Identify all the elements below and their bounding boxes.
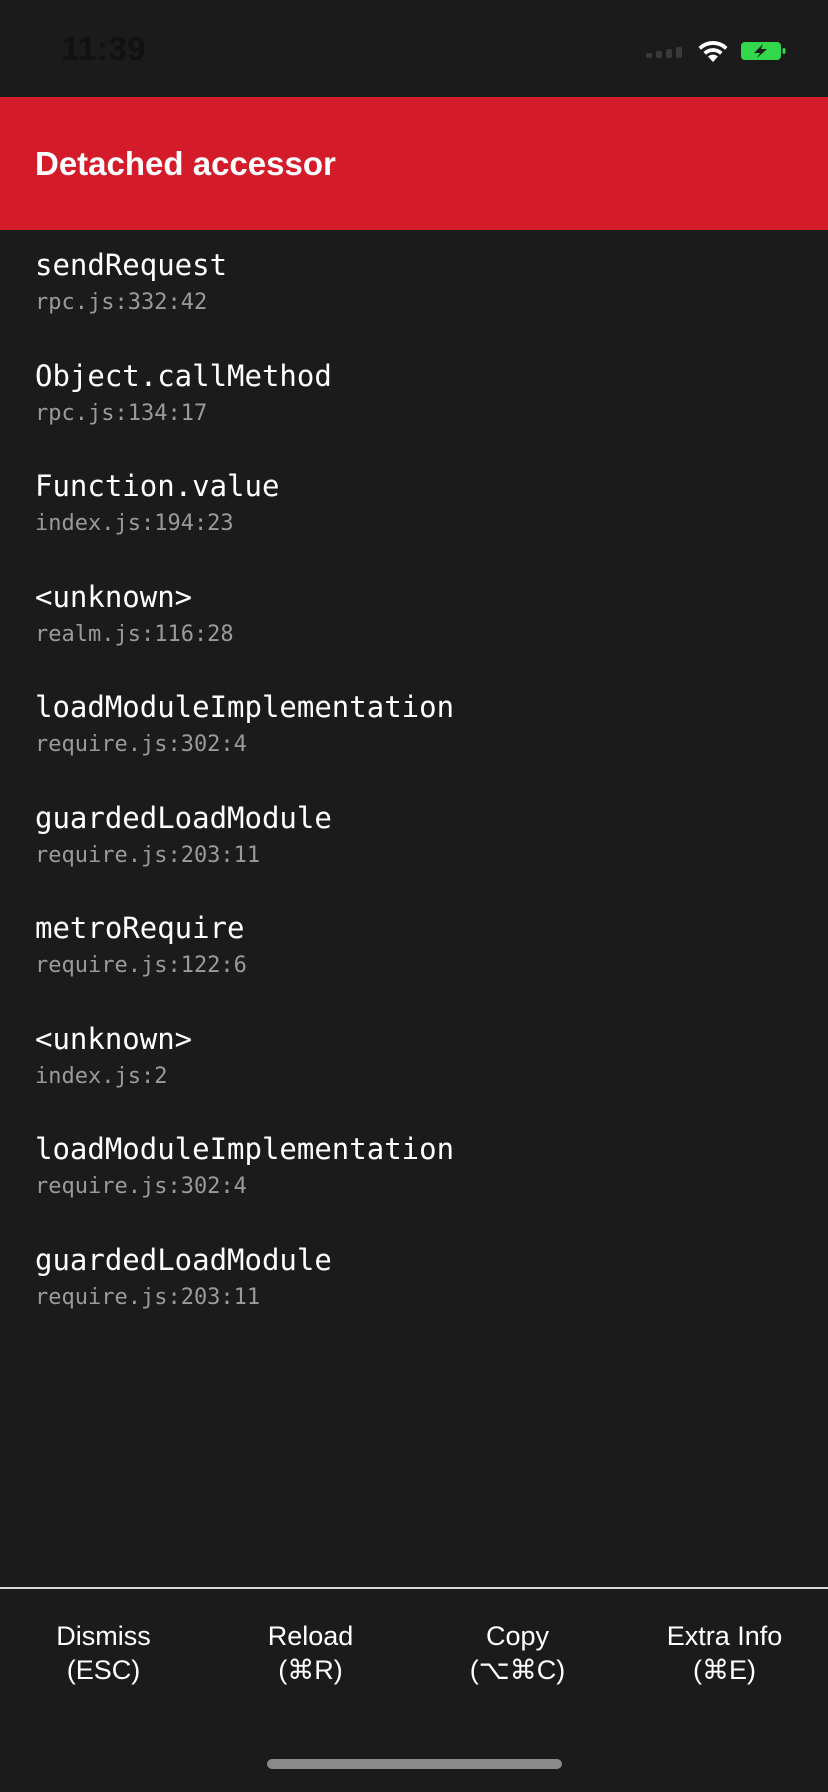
copy-button[interactable]: Copy (⌥⌘C) [414, 1619, 621, 1687]
extra-info-button-label: Extra Info [666, 1621, 783, 1651]
frame-method: <unknown> [35, 579, 193, 614]
extra-info-button[interactable]: Extra Info (⌘E) [621, 1619, 828, 1687]
copy-button-shortcut: (⌥⌘C) [469, 1655, 566, 1685]
stack-frame[interactable]: <unknown> realm.js:116:28 [0, 562, 828, 673]
error-header: Detached accessor [0, 97, 828, 230]
frame-location: rpc.js:332:42 [35, 290, 208, 315]
stack-frame[interactable]: metroRequire require.js:122:6 [0, 893, 828, 1004]
status-icons [646, 38, 788, 64]
frame-method: Function.value [35, 469, 280, 503]
frame-method: guardedLoadModule [35, 800, 332, 835]
frame-method: <unknown> [35, 1021, 193, 1056]
frame-location: require.js:302:4 [35, 1174, 247, 1199]
extra-info-button-shortcut: (⌘E) [693, 1655, 756, 1685]
stack-trace-list: sendRequest rpc.js:332:42 Object.callMet… [0, 230, 828, 1335]
status-bar: 11:39 [0, 0, 828, 97]
frame-method: loadModuleImplementation [35, 690, 455, 724]
home-indicator[interactable] [267, 1759, 562, 1769]
frame-location: require.js:203:11 [35, 842, 261, 868]
stack-frame[interactable]: sendRequest rpc.js:332:42 [0, 230, 828, 341]
reload-button-shortcut: (⌘R) [278, 1655, 343, 1685]
frame-location: realm.js:116:28 [35, 621, 234, 647]
stack-frame[interactable]: <unknown> index.js:2 [0, 1004, 828, 1115]
frame-location: index.js:194:23 [35, 511, 234, 536]
battery-charging-icon [741, 42, 786, 60]
dismiss-button-label: Dismiss [56, 1621, 151, 1651]
footer-buttons: Dismiss (ESC) Reload (⌘R) Copy (⌥⌘C) Ext… [0, 1589, 828, 1687]
footer-toolbar: Dismiss (ESC) Reload (⌘R) Copy (⌥⌘C) Ext… [0, 1587, 828, 1792]
frame-method: sendRequest [35, 248, 228, 282]
frame-location: index.js:2 [35, 1063, 168, 1089]
stack-frame[interactable]: Function.value index.js:194:23 [0, 451, 828, 562]
error-title: Detached accessor [35, 144, 336, 182]
frame-method: guardedLoadModule [35, 1242, 332, 1277]
copy-button-label: Copy [485, 1621, 550, 1651]
stack-frame[interactable]: Object.callMethod rpc.js:134:17 [0, 341, 828, 452]
frame-location: require.js:122:6 [35, 953, 247, 978]
frame-location: rpc.js:134:17 [35, 400, 208, 426]
frame-method: Object.callMethod [35, 358, 332, 393]
reload-button-label: Reload [267, 1621, 354, 1651]
frame-method: metroRequire [35, 911, 245, 945]
stack-frame[interactable]: loadModuleImplementation require.js:302:… [0, 1114, 828, 1225]
wifi-icon [698, 40, 728, 62]
frame-method: loadModuleImplementation [35, 1132, 455, 1166]
frame-location: require.js:302:4 [35, 732, 247, 757]
cellular-signal-icon [646, 44, 686, 58]
stack-frame[interactable]: guardedLoadModule require.js:203:11 [0, 1225, 828, 1336]
reload-button[interactable]: Reload (⌘R) [207, 1619, 414, 1687]
dismiss-button[interactable]: Dismiss (ESC) [0, 1619, 207, 1687]
stack-frame[interactable]: guardedLoadModule require.js:203:11 [0, 783, 828, 894]
stack-frame[interactable]: loadModuleImplementation require.js:302:… [0, 672, 828, 783]
status-time: 11:39 [61, 30, 147, 67]
dismiss-button-shortcut: (ESC) [66, 1655, 141, 1685]
frame-location: require.js:203:11 [35, 1284, 261, 1310]
